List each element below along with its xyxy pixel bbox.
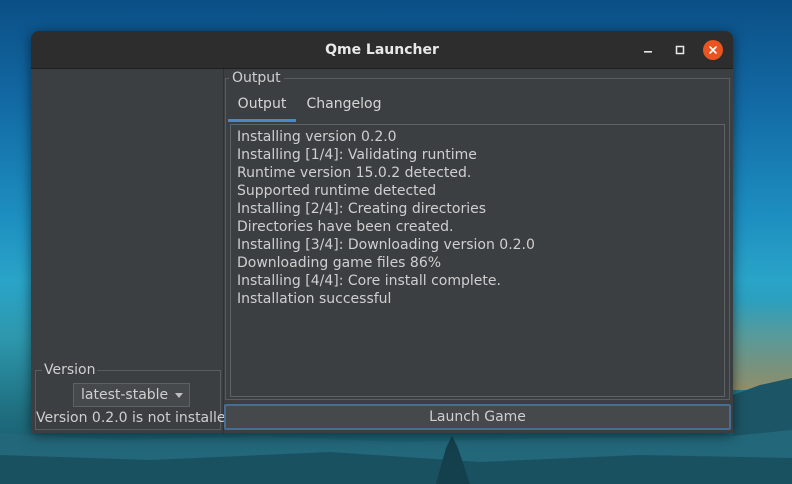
- version-legend: Version: [42, 362, 98, 378]
- tab-output[interactable]: Output: [228, 88, 296, 122]
- launcher-window: Qme Launcher Version latest-stable Versi…: [31, 31, 733, 433]
- tab-changelog[interactable]: Changelog: [302, 88, 386, 120]
- desktop-background: Qme Launcher Version latest-stable Versi…: [0, 0, 792, 484]
- log-line: Installing version 0.2.0: [237, 129, 397, 145]
- launch-game-button[interactable]: Launch Game: [224, 404, 731, 430]
- log-line: Directories have been created.: [237, 219, 454, 235]
- minimize-icon: [644, 51, 652, 53]
- window-title: Qme Launcher: [325, 42, 439, 58]
- output-group: Output Output Changelog Installing versi…: [225, 70, 730, 400]
- tab-changelog-label: Changelog: [306, 96, 382, 112]
- maximize-button[interactable]: [670, 40, 690, 60]
- version-select[interactable]: latest-stable: [73, 383, 190, 407]
- log-line: Installation successful: [237, 291, 392, 307]
- left-panel: Version latest-stable: [31, 69, 224, 433]
- version-select-value: latest-stable: [81, 387, 169, 403]
- log-line: Supported runtime detected: [237, 183, 437, 199]
- maximize-icon: [675, 45, 685, 55]
- log-line: Installing [1/4]: Validating runtime: [237, 147, 477, 163]
- log-line: Downloading game files 86%: [237, 255, 442, 271]
- log-line: Installing [2/4]: Creating directories: [237, 201, 487, 217]
- close-button[interactable]: [703, 40, 723, 60]
- close-icon: [709, 46, 717, 54]
- minimize-button[interactable]: [638, 40, 658, 60]
- log-line: Installing [4/4]: Core install complete.: [237, 273, 501, 289]
- chevron-down-icon: [175, 393, 183, 398]
- log-line: Installing [3/4]: Downloading version 0.…: [237, 237, 535, 253]
- version-status: Version 0.2.0 is not installed: [36, 410, 235, 426]
- tab-output-label: Output: [237, 96, 287, 112]
- output-log[interactable]: Installing version 0.2.0 Installing [1/4…: [230, 124, 725, 397]
- active-tab-indicator: [228, 119, 296, 122]
- output-legend: Output: [229, 70, 284, 86]
- title-bar[interactable]: Qme Launcher: [31, 31, 733, 69]
- log-line: Runtime version 15.0.2 detected.: [237, 165, 472, 181]
